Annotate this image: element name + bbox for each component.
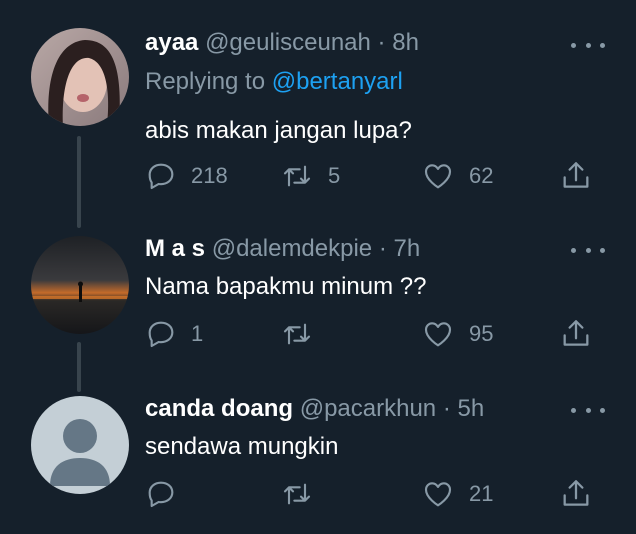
user-handle[interactable]: @pacarkhun bbox=[300, 395, 436, 422]
share-button[interactable] bbox=[559, 316, 593, 352]
share-button[interactable] bbox=[559, 476, 593, 512]
separator: · bbox=[377, 29, 386, 56]
action-bar: 21 bbox=[145, 476, 595, 512]
tweet-header: canda doang @pacarkhun · 5h bbox=[145, 394, 484, 424]
display-name[interactable]: ayaa bbox=[145, 29, 198, 56]
retweet-count: 5 bbox=[328, 163, 341, 188]
tweet-header: ayaa @geulisceunah · 8h bbox=[145, 28, 419, 58]
reply-count: 218 bbox=[191, 163, 228, 188]
separator: · bbox=[378, 235, 387, 262]
share-icon bbox=[563, 320, 589, 346]
like-count: 95 bbox=[469, 321, 494, 346]
avatar[interactable] bbox=[31, 236, 129, 334]
tweet-text: sendawa mungkin bbox=[145, 433, 339, 460]
reply-button[interactable] bbox=[145, 476, 191, 512]
tweet[interactable]: canda doang @pacarkhun · 5h sendawa mung… bbox=[0, 390, 636, 534]
reply-icon bbox=[148, 163, 174, 190]
like-button[interactable]: 21 bbox=[421, 476, 493, 512]
more-icon[interactable] bbox=[571, 35, 605, 55]
avatar[interactable] bbox=[31, 396, 129, 494]
retweet-button[interactable] bbox=[280, 476, 328, 512]
reply-icon bbox=[148, 481, 174, 508]
avatar-photo bbox=[31, 28, 129, 126]
heart-icon bbox=[424, 322, 452, 347]
tweet-text: Nama bapakmu minum ?? bbox=[145, 273, 427, 300]
like-count: 21 bbox=[469, 481, 494, 506]
user-handle[interactable]: @geulisceunah bbox=[205, 29, 371, 56]
mention-link[interactable]: @bertanyarl bbox=[272, 68, 403, 95]
user-handle[interactable]: @dalemdekpie bbox=[212, 235, 372, 262]
share-icon bbox=[563, 480, 589, 506]
separator: · bbox=[442, 395, 451, 422]
like-button[interactable]: 95 bbox=[421, 316, 493, 352]
heart-icon bbox=[424, 482, 452, 507]
timestamp[interactable]: 5h bbox=[458, 395, 485, 422]
tweet-header: M a s @dalemdekpie · 7h bbox=[145, 234, 420, 264]
replying-to: Replying to @bertanyarl bbox=[145, 67, 403, 97]
retweet-icon bbox=[283, 483, 311, 505]
retweet-icon bbox=[283, 323, 311, 345]
reply-button[interactable]: 1 bbox=[145, 316, 203, 352]
tweet[interactable]: M a s @dalemdekpie · 7h Nama bapakmu min… bbox=[0, 220, 636, 390]
more-icon[interactable] bbox=[571, 400, 605, 420]
display-name[interactable]: M a s bbox=[145, 235, 205, 262]
more-icon[interactable] bbox=[571, 240, 605, 260]
timestamp[interactable]: 7h bbox=[394, 235, 421, 262]
action-bar: 1 95 bbox=[145, 316, 595, 352]
heart-icon bbox=[424, 164, 452, 189]
replying-prefix: Replying to bbox=[145, 68, 266, 95]
reply-count: 1 bbox=[191, 321, 204, 346]
avatar-photo bbox=[31, 236, 129, 334]
tweet[interactable]: ayaa @geulisceunah · 8h Replying to @ber… bbox=[0, 0, 636, 220]
like-count: 62 bbox=[469, 163, 494, 188]
retweet-icon bbox=[283, 165, 311, 187]
avatar[interactable] bbox=[31, 28, 129, 126]
reply-icon bbox=[148, 321, 174, 348]
default-avatar-icon bbox=[31, 396, 129, 494]
share-button[interactable] bbox=[559, 158, 593, 194]
tweet-text: abis makan jangan lupa? bbox=[145, 117, 412, 144]
retweet-button[interactable] bbox=[280, 316, 328, 352]
timestamp[interactable]: 8h bbox=[392, 29, 419, 56]
like-button[interactable]: 62 bbox=[421, 158, 493, 194]
action-bar: 218 5 62 bbox=[145, 158, 595, 194]
reply-button[interactable]: 218 bbox=[145, 158, 228, 194]
retweet-button[interactable]: 5 bbox=[280, 158, 340, 194]
display-name[interactable]: canda doang bbox=[145, 395, 293, 422]
share-icon bbox=[563, 162, 589, 188]
